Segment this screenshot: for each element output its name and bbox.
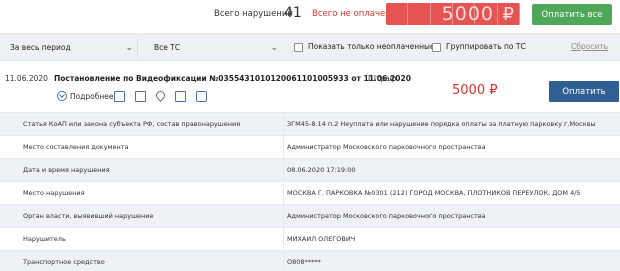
document-icon[interactable] [175, 91, 186, 102]
print-icon[interactable] [135, 91, 146, 102]
detail-value: МИХАИЛ ОЛЕГОВИЧ [287, 235, 356, 243]
detail-value: МОСКВА Г. ПАРКОВКА №0301 (212) ГОРОД МОС… [287, 189, 581, 197]
total-violations-count: 41 [284, 5, 302, 21]
chevron-down-icon: ⌄ [270, 43, 278, 53]
comment-icon[interactable] [196, 91, 207, 102]
fine-actions [114, 89, 207, 102]
vehicle-select-value: Все ТС [154, 43, 181, 52]
fine-title[interactable]: Постановление по Видеофиксации №03554310… [54, 74, 411, 83]
fine-date: 11.06.2020 [5, 74, 48, 83]
period-select-value: За весь период [10, 43, 71, 52]
detail-label: Нарушитель [23, 235, 66, 243]
table-row: Место составления документа Администратор… [0, 135, 620, 158]
summary-bar: Всего нарушений 41 Всего не оплачено 500… [0, 0, 620, 32]
details-link-label: Подробнее [70, 91, 114, 101]
only-unpaid-checkbox[interactable] [294, 43, 303, 52]
detail-value: 08.06.2020 17:19:00 [287, 166, 356, 174]
period-select[interactable]: За весь период ⌄ [4, 39, 138, 57]
fine-amount: 5000 ₽ [452, 83, 498, 98]
vehicle-select[interactable]: Все ТС ⌄ [148, 39, 282, 57]
only-unpaid-label[interactable]: Показать только неоплаченные [308, 42, 435, 51]
table-row: Транспортное средство О808***** [0, 250, 620, 271]
ruble-icon: ₽ [502, 4, 514, 25]
detail-label: Место составления документа [23, 143, 129, 151]
unpaid-amount-display: 5000 ₽ [386, 3, 520, 25]
photo-icon[interactable] [114, 91, 125, 102]
total-unpaid-label: Всего не оплачено [312, 9, 396, 19]
pay-all-button[interactable]: Оплатить все [532, 4, 612, 25]
table-row: Орган власти, выявивший нарушение Админис… [0, 204, 620, 227]
detail-label: Орган власти, выявивший нарушение [23, 212, 154, 220]
table-row: Дата и время нарушения 08.06.2020 17:19:0… [0, 158, 620, 181]
fine-details-table: Статья КоАП или закона субъекта РФ, сост… [0, 112, 620, 271]
detail-label: Место нарушения [23, 189, 85, 197]
detail-value: Администратор Московского парковочного п… [287, 143, 486, 151]
group-by-vehicle-checkbox[interactable] [432, 43, 441, 52]
details-link[interactable]: Подробнее [57, 91, 114, 101]
table-row: Статья КоАП или закона субъекта РФ, сост… [0, 112, 620, 135]
filter-bar: За весь период ⌄ Все ТС ⌄ Показать тольк… [0, 33, 620, 61]
group-by-vehicle-label[interactable]: Группировать по ТС [446, 42, 526, 51]
table-row: Место нарушения МОСКВА Г. ПАРКОВКА №0301 … [0, 181, 620, 204]
fine-row: 11.06.2020 Постановление по Видеофиксаци… [0, 68, 620, 110]
detail-value: ЗГМ45-8.14 п.2 Неуплата или нарушение по… [287, 120, 596, 128]
detail-label: Транспортное средство [23, 258, 105, 266]
detail-value: Администратор Московского парковочного п… [287, 212, 486, 220]
map-pin-icon[interactable] [154, 89, 167, 102]
detail-value: О808***** [287, 258, 321, 266]
fine-kind: Штраф [368, 74, 397, 83]
chevron-down-icon: ⌄ [125, 43, 133, 53]
unpaid-amount-value: 5000 [441, 3, 494, 25]
reset-filters-link[interactable]: Сбросить [571, 42, 608, 51]
detail-label: Дата и время нарушения [23, 166, 110, 174]
pay-button[interactable]: Оплатить [549, 81, 619, 102]
total-violations-label: Всего нарушений [214, 9, 293, 19]
table-row: Нарушитель МИХАИЛ ОЛЕГОВИЧ [0, 227, 620, 250]
detail-label: Статья КоАП или закона субъекта РФ, сост… [23, 120, 241, 128]
chevron-circle-icon [57, 91, 67, 101]
